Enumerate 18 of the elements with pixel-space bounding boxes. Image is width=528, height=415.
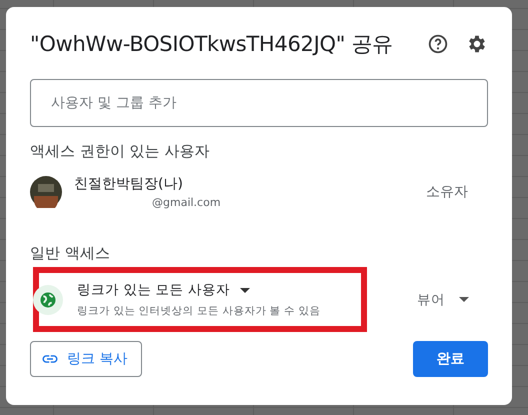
copy-link-button[interactable]: 링크 복사 (30, 341, 142, 377)
section-heading: 일반 액세스 (30, 244, 111, 263)
globe-icon (33, 284, 63, 314)
access-dropdown[interactable]: 링크가 있는 모든 사용자 (77, 281, 320, 299)
access-description: 링크가 있는 인터넷상의 모든 사용자가 볼 수 있음 (77, 304, 320, 318)
user-name: 친절한박팀장(나) (74, 175, 184, 193)
role-label: 소유자 (426, 183, 468, 201)
settings-icon[interactable] (466, 33, 488, 55)
avatar (30, 176, 62, 208)
user-email: @gmail.com (152, 196, 222, 209)
dialog-title: "OwhWw-BOSIOTkwsTH462JQ" 공유 (30, 31, 394, 58)
help-icon[interactable] (427, 33, 449, 55)
section-heading: 액세스 권한이 있는 사용자 (30, 142, 210, 161)
add-people-field[interactable]: 사용자 및 그룹 추가 (30, 79, 488, 127)
done-button[interactable]: 완료 (413, 341, 488, 377)
caret-icon (240, 288, 250, 292)
role-dropdown[interactable]: 뷰어 (417, 290, 469, 308)
caret-icon (459, 297, 469, 302)
